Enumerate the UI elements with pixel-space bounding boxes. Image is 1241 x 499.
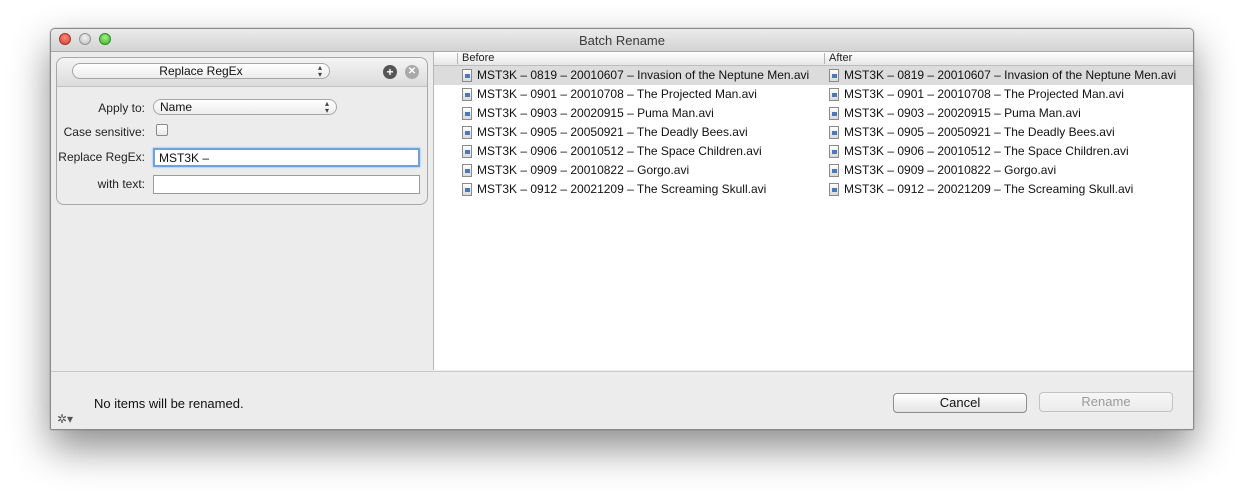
after-cell: MST3K – 0905 – 20050921 – The Deadly Bee…: [829, 123, 1115, 142]
rule-type-label: Replace RegEx: [159, 64, 243, 78]
before-filename: MST3K – 0909 – 20010822 – Gorgo.avi: [477, 163, 690, 177]
table-header: Before After: [434, 52, 1193, 66]
before-cell: MST3K – 0903 – 20020915 – Puma Man.avi: [462, 104, 714, 123]
case-sensitive-checkbox[interactable]: [156, 124, 168, 136]
before-filename: MST3K – 0912 – 20021209 – The Screaming …: [477, 182, 767, 196]
before-filename: MST3K – 0903 – 20020915 – Puma Man.avi: [477, 106, 714, 120]
popup-arrows-icon: ▴ ▾: [324, 99, 329, 115]
before-cell: MST3K – 0819 – 20010607 – Invasion of th…: [462, 66, 809, 85]
video-file-icon: [462, 164, 472, 177]
video-file-icon: [829, 88, 839, 101]
table-row[interactable]: MST3K – 0905 – 20050921 – The Deadly Bee…: [434, 123, 1193, 142]
apply-to-popup[interactable]: Name ▴ ▾: [153, 99, 337, 115]
apply-to-label: Apply to:: [98, 101, 145, 115]
add-icon[interactable]: +: [383, 65, 397, 79]
before-filename: MST3K – 0905 – 20050921 – The Deadly Bee…: [477, 125, 748, 139]
rules-pane: Replace RegEx ▴ ▾ + ✕ Apply to: Name ▴ ▾ C…: [51, 52, 434, 370]
column-header-after[interactable]: After: [829, 52, 852, 65]
video-file-icon: [829, 107, 839, 120]
after-cell: MST3K – 0906 – 20010512 – The Space Chil…: [829, 142, 1129, 161]
table-row[interactable]: MST3K – 0912 – 20021209 – The Screaming …: [434, 180, 1193, 199]
before-cell: MST3K – 0906 – 20010512 – The Space Chil…: [462, 142, 762, 161]
replace-regex-label: Replace RegEx:: [58, 150, 145, 164]
video-file-icon: [829, 164, 839, 177]
after-cell: MST3K – 0912 – 20021209 – The Screaming …: [829, 180, 1133, 199]
before-cell: MST3K – 0901 – 20010708 – The Projected …: [462, 85, 757, 104]
video-file-icon: [462, 145, 472, 158]
video-file-icon: [462, 183, 472, 196]
rule-header: Replace RegEx ▴ ▾ + ✕: [57, 58, 427, 87]
table-row[interactable]: MST3K – 0819 – 20010607 – Invasion of th…: [434, 66, 1193, 85]
rule-type-popup[interactable]: Replace RegEx ▴ ▾: [72, 63, 330, 79]
replace-regex-input[interactable]: [153, 148, 420, 167]
after-filename: MST3K – 0912 – 20021209 – The Screaming …: [844, 182, 1134, 196]
after-cell: MST3K – 0901 – 20010708 – The Projected …: [829, 85, 1124, 104]
popup-arrows-icon: ▴ ▾: [317, 63, 322, 79]
table-row[interactable]: MST3K – 0906 – 20010512 – The Space Chil…: [434, 142, 1193, 161]
video-file-icon: [462, 88, 472, 101]
after-filename: MST3K – 0909 – 20010822 – Gorgo.avi: [844, 163, 1057, 177]
apply-to-value: Name: [160, 100, 193, 114]
video-file-icon: [462, 69, 472, 82]
after-filename: MST3K – 0905 – 20050921 – The Deadly Bee…: [844, 125, 1115, 139]
after-filename: MST3K – 0903 – 20020915 – Puma Man.avi: [844, 106, 1081, 120]
with-text-input[interactable]: [153, 175, 420, 194]
remove-icon[interactable]: ✕: [405, 65, 419, 79]
table-row[interactable]: MST3K – 0909 – 20010822 – Gorgo.avi MST3K…: [434, 161, 1193, 180]
video-file-icon: [829, 183, 839, 196]
column-header-before[interactable]: Before: [462, 52, 494, 65]
column-separator[interactable]: [824, 53, 825, 64]
preview-table[interactable]: Before After MST3K – 0819 – 20010607 – I…: [434, 52, 1193, 370]
before-filename: MST3K – 0906 – 20010512 – The Space Chil…: [477, 144, 762, 158]
case-sensitive-label: Case sensitive:: [63, 125, 145, 139]
after-cell: MST3K – 0819 – 20010607 – Invasion of th…: [829, 66, 1176, 85]
video-file-icon: [462, 126, 472, 139]
after-cell: MST3K – 0903 – 20020915 – Puma Man.avi: [829, 104, 1081, 123]
table-rows: MST3K – 0819 – 20010607 – Invasion of th…: [434, 66, 1193, 199]
table-row[interactable]: MST3K – 0903 – 20020915 – Puma Man.avi MS…: [434, 104, 1193, 123]
after-filename: MST3K – 0819 – 20010607 – Invasion of th…: [844, 68, 1177, 82]
bottom-bar: No items will be renamed. ✲▾ Cancel Rena…: [51, 371, 1193, 429]
video-file-icon: [829, 126, 839, 139]
before-filename: MST3K – 0819 – 20010607 – Invasion of th…: [477, 68, 810, 82]
batch-rename-window: Batch Rename Replace RegEx ▴ ▾ + ✕ Apply …: [50, 28, 1194, 430]
window-title: Batch Rename: [579, 33, 665, 48]
table-row[interactable]: MST3K – 0901 – 20010708 – The Projected …: [434, 85, 1193, 104]
status-text: No items will be renamed.: [94, 396, 244, 411]
column-separator: [457, 53, 458, 64]
title-bar: Batch Rename: [51, 29, 1193, 52]
cancel-button[interactable]: Cancel: [893, 393, 1027, 413]
after-cell: MST3K – 0909 – 20010822 – Gorgo.avi: [829, 161, 1056, 180]
video-file-icon: [829, 69, 839, 82]
before-cell: MST3K – 0905 – 20050921 – The Deadly Bee…: [462, 123, 748, 142]
video-file-icon: [829, 145, 839, 158]
before-filename: MST3K – 0901 – 20010708 – The Projected …: [477, 87, 757, 101]
after-filename: MST3K – 0906 – 20010512 – The Space Chil…: [844, 144, 1129, 158]
rule-box: Replace RegEx ▴ ▾ + ✕ Apply to: Name ▴ ▾ C…: [56, 57, 428, 205]
gear-icon[interactable]: ✲▾: [57, 412, 73, 426]
rename-button[interactable]: Rename: [1039, 392, 1173, 412]
video-file-icon: [462, 107, 472, 120]
before-cell: MST3K – 0912 – 20021209 – The Screaming …: [462, 180, 766, 199]
before-cell: MST3K – 0909 – 20010822 – Gorgo.avi: [462, 161, 689, 180]
with-text-label: with text:: [97, 177, 145, 191]
after-filename: MST3K – 0901 – 20010708 – The Projected …: [844, 87, 1124, 101]
